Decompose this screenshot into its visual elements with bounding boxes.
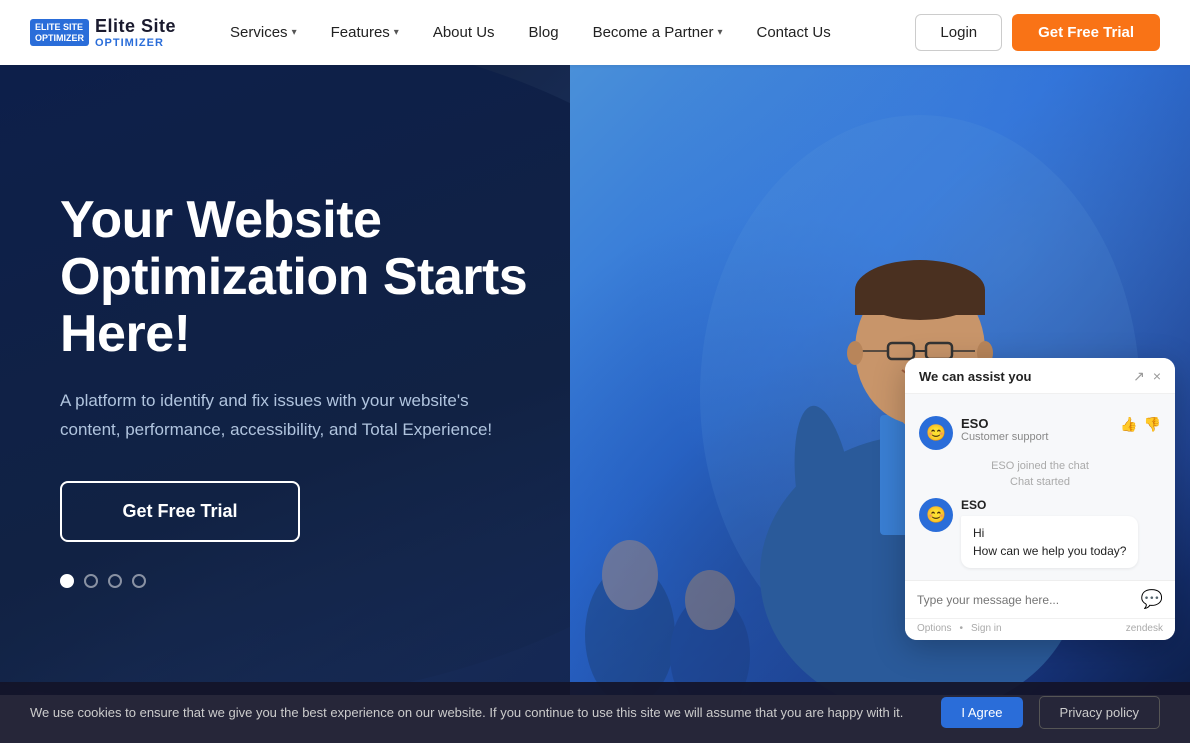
nav-links: Services ▾ Features ▾ About Us Blog Beco… [216, 16, 915, 49]
footer-divider: • [959, 623, 963, 634]
chat-input-row[interactable]: 💬 [905, 580, 1175, 618]
thumbs-down-icon[interactable]: 👎 [1144, 416, 1161, 433]
chat-header-icons: ↗ × [1133, 368, 1161, 385]
nav-item-blog[interactable]: Blog [515, 16, 573, 49]
chat-header-text: We can assist you [919, 369, 1031, 384]
chat-body: 😊 ESO Customer support 👍 👎 ESO joined th… [905, 394, 1175, 580]
carousel-dot-2[interactable] [84, 574, 98, 588]
logo[interactable]: ELITE SITE OPTIMIZER Elite Site OPTIMIZE… [30, 16, 176, 49]
chat-message-content: ESO HiHow can we help you today? [961, 498, 1138, 568]
nav-item-services[interactable]: Services ▾ [216, 16, 311, 49]
chat-header: We can assist you ↗ × [905, 358, 1175, 394]
hero-description: A platform to identify and fix issues wi… [60, 387, 510, 445]
send-icon[interactable]: 💬 [1141, 589, 1163, 610]
nav-item-features[interactable]: Features ▾ [317, 16, 413, 49]
chat-bubble: HiHow can we help you today? [961, 516, 1138, 568]
logo-text-group: Elite Site OPTIMIZER [95, 16, 176, 49]
cookie-banner: We use cookies to ensure that we give yo… [0, 682, 1190, 743]
close-icon[interactable]: × [1153, 368, 1161, 385]
chevron-down-icon: ▾ [394, 27, 399, 38]
carousel-dot-4[interactable] [132, 574, 146, 588]
agent-avatar: 😊 [919, 416, 953, 450]
chevron-down-icon: ▾ [292, 27, 297, 38]
hero-left: Your Website Optimization Starts Here! A… [0, 65, 580, 695]
carousel-dot-3[interactable] [108, 574, 122, 588]
chevron-down-icon: ▾ [717, 27, 722, 38]
chat-system-messages: ESO joined the chat Chat started [919, 460, 1161, 488]
chat-footer-options: Options • Sign in [917, 623, 1002, 634]
chat-input[interactable] [917, 593, 1141, 607]
hero-title: Your Website Optimization Starts Here! [60, 192, 530, 364]
options-link[interactable]: Options [917, 623, 951, 634]
hero-trial-button[interactable]: Get Free Trial [60, 481, 300, 542]
carousel-dot-1[interactable] [60, 574, 74, 588]
hero-section: Your Website Optimization Starts Here! A… [0, 65, 1190, 695]
chat-footer: Options • Sign in zendesk [905, 618, 1175, 640]
cookie-text: We use cookies to ensure that we give yo… [30, 703, 925, 723]
agent-name: ESO [961, 416, 1048, 431]
chat-agent-row: 😊 ESO Customer support 👍 👎 [919, 416, 1161, 450]
chat-widget: We can assist you ↗ × 😊 ESO Customer sup… [905, 358, 1175, 640]
chat-reactions: 👍 👎 [1120, 416, 1161, 433]
nav-actions: Login Get Free Trial [915, 14, 1160, 51]
system-msg-started: Chat started [919, 476, 1161, 488]
agent-info: ESO Customer support [961, 416, 1048, 443]
logo-badge: ELITE SITE OPTIMIZER [30, 19, 89, 47]
cookie-agree-button[interactable]: I Agree [941, 697, 1022, 728]
nav-item-contact[interactable]: Contact Us [743, 16, 845, 49]
signin-link[interactable]: Sign in [971, 623, 1002, 634]
logo-main-text: Elite Site [95, 16, 176, 37]
message-avatar: 😊 [919, 498, 953, 532]
expand-icon[interactable]: ↗ [1133, 368, 1145, 385]
nav-item-about[interactable]: About Us [419, 16, 509, 49]
cookie-privacy-button[interactable]: Privacy policy [1039, 696, 1160, 729]
navbar: ELITE SITE OPTIMIZER Elite Site OPTIMIZE… [0, 0, 1190, 65]
zendesk-badge: zendesk [1126, 623, 1163, 634]
chat-message-row: 😊 ESO HiHow can we help you today? [919, 498, 1161, 568]
nav-item-partner[interactable]: Become a Partner ▾ [579, 16, 737, 49]
agent-role: Customer support [961, 431, 1048, 443]
logo-sub-text: OPTIMIZER [95, 37, 176, 49]
background-people-svg [570, 395, 770, 695]
login-button[interactable]: Login [915, 14, 1002, 51]
carousel-dots [60, 574, 530, 588]
nav-trial-button[interactable]: Get Free Trial [1012, 14, 1160, 51]
message-sender-name: ESO [961, 498, 1138, 512]
system-msg-joined: ESO joined the chat [919, 460, 1161, 472]
thumbs-up-icon[interactable]: 👍 [1120, 416, 1137, 433]
